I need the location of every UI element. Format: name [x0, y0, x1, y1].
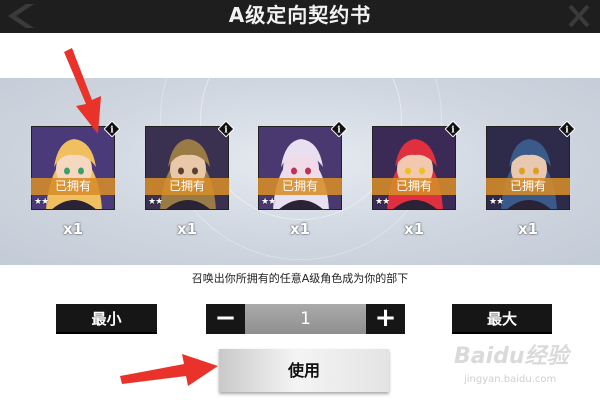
svg-text:i: i	[565, 126, 569, 136]
character-count: x1	[289, 220, 311, 238]
info-icon[interactable]: i	[104, 121, 120, 137]
info-icon[interactable]: i	[218, 121, 234, 137]
hint-text: 召唤出你所拥有的任意A级角色成为你的部下	[191, 272, 409, 285]
max-button[interactable]: 最大	[452, 304, 552, 334]
character-card[interactable]: 已拥有 ★★ i	[145, 121, 234, 210]
quantity-value: 1	[245, 304, 366, 334]
watermark-sub: jingyan.baidu.com	[464, 374, 557, 385]
annotation-arrow-icon	[64, 48, 101, 134]
use-button[interactable]: 使用	[219, 349, 389, 392]
character-card[interactable]: 已拥有 ★★ i	[486, 121, 575, 210]
character-card[interactable]: 已拥有 ★★ i	[372, 121, 461, 210]
min-button[interactable]: 最小	[56, 304, 157, 334]
quantity-stepper: − 1 +	[206, 304, 405, 334]
character-count: x1	[62, 220, 84, 238]
star-rating: ★★	[34, 197, 49, 207]
annotation-arrow-icon	[120, 354, 218, 386]
character-count: x1	[176, 220, 198, 238]
character-card[interactable]: 已拥有 ★★ i	[31, 121, 120, 210]
star-rating: ★★	[375, 197, 390, 207]
close-icon[interactable]	[564, 2, 594, 30]
owned-label: 已拥有	[258, 178, 342, 195]
star-rating: ★★	[489, 197, 504, 207]
decrease-button[interactable]: −	[206, 304, 245, 334]
svg-text:i: i	[110, 126, 114, 136]
owned-label: 已拥有	[145, 178, 229, 195]
star-rating: ★★	[261, 197, 276, 207]
increase-button[interactable]: +	[366, 304, 405, 334]
header-bar: A级定向契约书	[0, 0, 600, 33]
svg-text:i: i	[451, 126, 455, 136]
svg-text:i: i	[337, 126, 341, 136]
watermark-text: Baidu经验	[454, 344, 569, 369]
owned-label: 已拥有	[486, 178, 570, 195]
page-title: A级定向契约书	[228, 3, 372, 27]
star-rating: ★★	[148, 197, 163, 207]
info-icon[interactable]: i	[559, 121, 575, 137]
svg-text:i: i	[224, 126, 228, 136]
character-count: x1	[403, 220, 425, 238]
watermark: Baidu经验 jingyan.baidu.com	[454, 338, 594, 393]
owned-label: 已拥有	[372, 178, 456, 195]
info-icon[interactable]: i	[331, 121, 347, 137]
character-card[interactable]: 已拥有 ★★ i	[258, 121, 347, 210]
info-icon[interactable]: i	[445, 121, 461, 137]
owned-label: 已拥有	[31, 178, 115, 195]
character-count: x1	[517, 220, 539, 238]
